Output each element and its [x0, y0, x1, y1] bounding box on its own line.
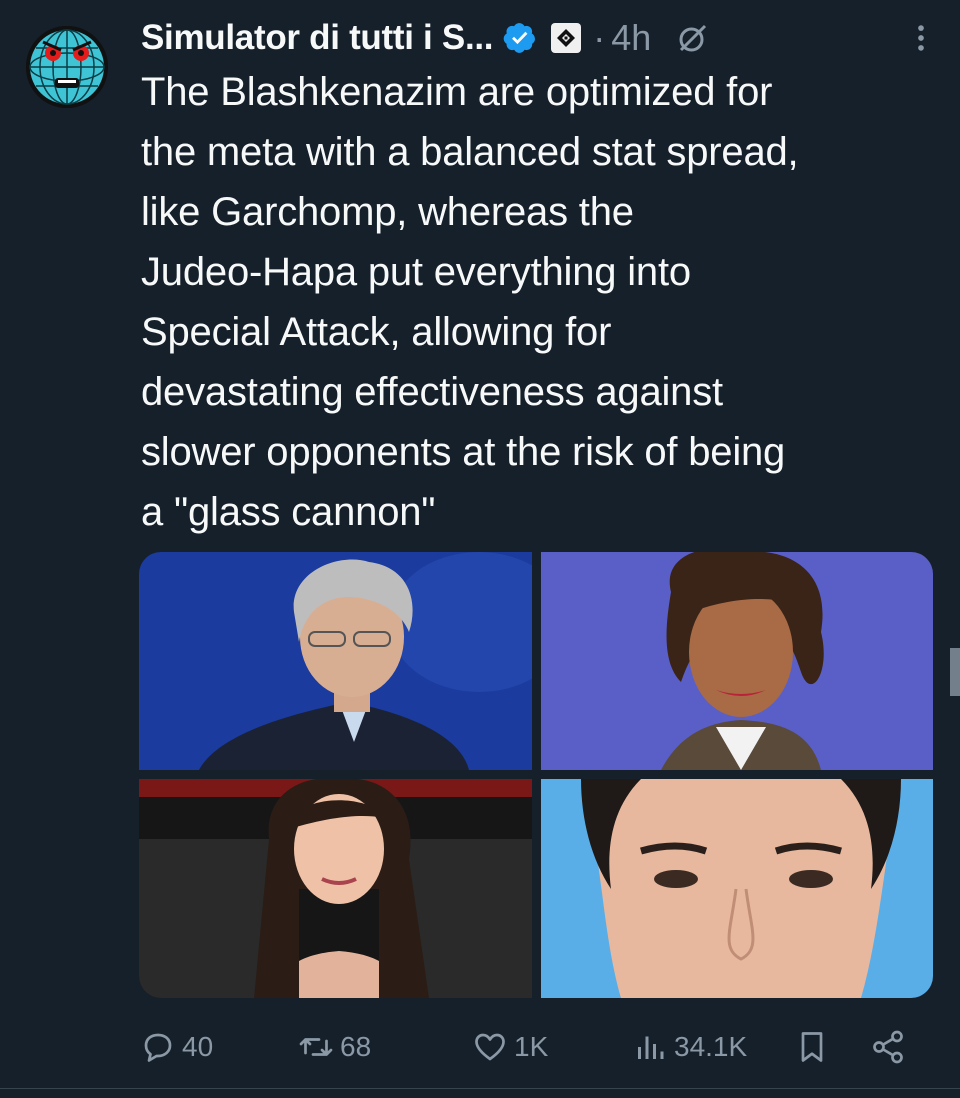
- photo-4[interactable]: [541, 779, 933, 998]
- heart-icon: [475, 1033, 505, 1061]
- photo-icon: [139, 552, 532, 770]
- repost-button[interactable]: 68: [298, 1022, 371, 1072]
- share-button[interactable]: [870, 1022, 906, 1072]
- author-name[interactable]: Simulator di tutti i S...: [141, 18, 494, 58]
- repost-count: 68: [340, 1031, 372, 1062]
- views-button[interactable]: 34.1K: [632, 1022, 747, 1072]
- divider: [0, 1088, 960, 1089]
- like-count: 1K: [514, 1031, 549, 1062]
- more-options-icon[interactable]: [910, 21, 932, 55]
- photo-icon: [139, 779, 532, 998]
- media-grid: [139, 552, 933, 998]
- grok-icon[interactable]: [675, 20, 711, 56]
- photo-icon: [541, 552, 933, 770]
- avatar[interactable]: [26, 26, 108, 108]
- reply-count: 40: [182, 1031, 214, 1062]
- photo-3[interactable]: [139, 779, 532, 998]
- tweet-header: Simulator di tutti i S... · 4h: [141, 14, 940, 62]
- repost-icon: [299, 1038, 333, 1056]
- affiliate-badge-icon[interactable]: [551, 23, 582, 53]
- reply-button[interactable]: 40: [140, 1022, 213, 1072]
- verified-badge-icon[interactable]: [503, 21, 537, 55]
- analytics-icon: [638, 1036, 664, 1059]
- scrollbar-thumb[interactable]: [950, 648, 960, 696]
- bookmark-button[interactable]: [794, 1022, 830, 1072]
- timestamp[interactable]: 4h: [611, 17, 651, 59]
- globe-face-icon: [26, 26, 108, 108]
- bookmark-icon: [801, 1032, 823, 1062]
- views-count: 34.1K: [674, 1031, 748, 1062]
- reply-icon: [144, 1033, 172, 1062]
- tweet-text: The Blashkenazim are optimized for the m…: [141, 70, 799, 534]
- share-icon: [873, 1030, 903, 1064]
- like-button[interactable]: 1K: [472, 1022, 548, 1072]
- action-bar: 40 68 1K 34.1K: [140, 1022, 940, 1072]
- photo-icon: [541, 779, 933, 998]
- photo-1[interactable]: [139, 552, 532, 770]
- photo-2[interactable]: [541, 552, 933, 770]
- separator-dot: ·: [593, 17, 606, 58]
